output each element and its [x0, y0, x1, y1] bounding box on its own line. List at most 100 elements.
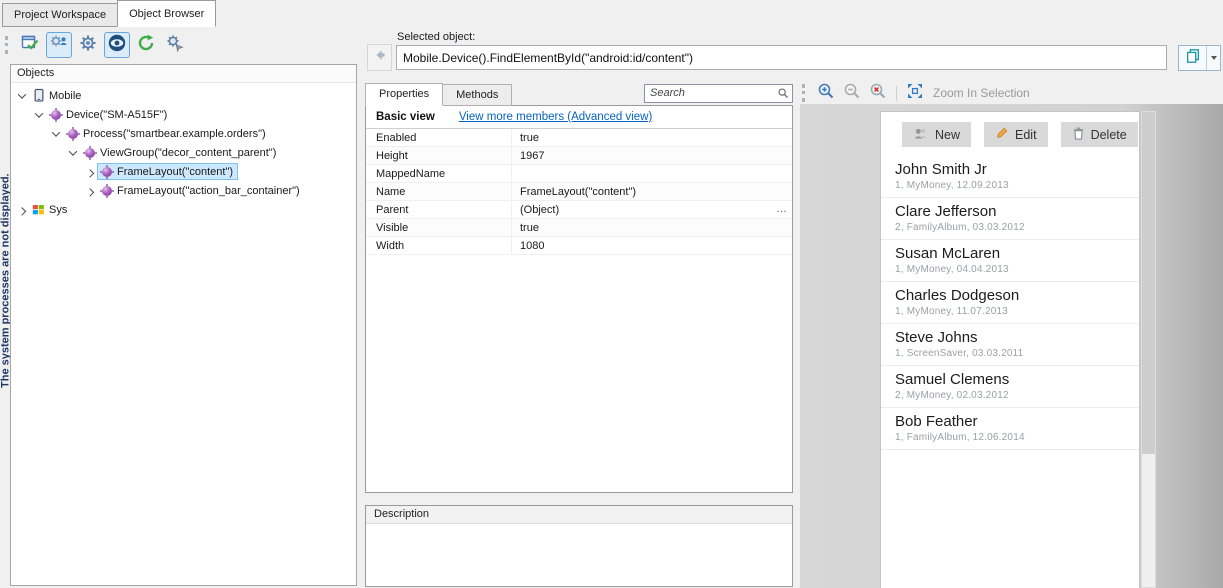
- back-button[interactable]: [367, 44, 392, 71]
- settings-button[interactable]: [75, 32, 101, 58]
- list-item[interactable]: Samuel Clemens 2, MyMoney, 02.03.2012: [881, 366, 1139, 408]
- list-item[interactable]: Charles Dodgeson 1, MyMoney, 11.07.2013: [881, 282, 1139, 324]
- description-title: Description: [366, 506, 792, 524]
- property-row[interactable]: Width 1080: [366, 237, 792, 255]
- tree-node-mobile[interactable]: Mobile: [11, 86, 356, 105]
- tree-node-label: Mobile: [49, 90, 81, 102]
- property-row[interactable]: Visible true: [366, 219, 792, 237]
- main-toolbar: [3, 29, 188, 61]
- object-orb-icon: [82, 148, 97, 158]
- contact-name: Steve Johns: [895, 328, 1125, 347]
- refresh-button[interactable]: [133, 32, 159, 58]
- property-row[interactable]: Height 1967: [366, 147, 792, 165]
- object-tree: Mobile Device("SM-A515F") Process("smart…: [11, 83, 356, 219]
- viewer-scrollbar[interactable]: [1141, 111, 1156, 588]
- property-name: Name: [366, 183, 512, 200]
- copy-button[interactable]: [1179, 46, 1206, 70]
- eye-icon: [108, 34, 126, 57]
- object-spy-button[interactable]: [46, 32, 72, 58]
- scrollbar-thumb[interactable]: [1142, 112, 1155, 454]
- tree-node-sys[interactable]: Sys: [11, 200, 356, 219]
- back-arrow-icon: [373, 48, 387, 67]
- tree-node-process[interactable]: Process("smartbear.example.orders"): [11, 124, 356, 143]
- selected-object-label: Selected object:: [397, 31, 475, 43]
- property-grid: Basic view View more members (Advanced v…: [365, 105, 793, 493]
- contact-name: Susan McLaren: [895, 244, 1125, 263]
- advanced-view-link[interactable]: View more members (Advanced view): [459, 111, 652, 123]
- description-panel: Description: [365, 505, 793, 587]
- grid-view-header: Basic view View more members (Advanced v…: [366, 106, 792, 129]
- highlight-object-button[interactable]: [104, 32, 130, 58]
- zoom-in-icon: [817, 82, 835, 105]
- zoom-out-button[interactable]: [841, 83, 863, 103]
- zoom-out-icon: [843, 82, 861, 105]
- contact-list: John Smith Jr 1, MyMoney, 12.09.2013 Cla…: [881, 156, 1139, 450]
- property-value: (Object)…: [512, 201, 792, 218]
- tab-project-workspace[interactable]: Project Workspace: [2, 3, 118, 27]
- check-objects-button[interactable]: [17, 32, 43, 58]
- list-item[interactable]: Bob Feather 1, FamilyAlbum, 12.06.2014: [881, 408, 1139, 450]
- list-item[interactable]: Steve Johns 1, ScreenSaver, 03.03.2011: [881, 324, 1139, 366]
- contact-name: Samuel Clemens: [895, 370, 1125, 389]
- property-row[interactable]: Parent (Object)…: [366, 201, 792, 219]
- button-label: Edit: [1015, 128, 1037, 142]
- tree-node-label: Device("SM-A515F"): [66, 109, 167, 121]
- expand-object-button[interactable]: …: [776, 201, 787, 218]
- chevron-down-icon[interactable]: [66, 146, 80, 160]
- contact-name: Clare Jefferson: [895, 202, 1125, 221]
- zoom-cancel-icon: [869, 82, 887, 105]
- object-orb-icon: [99, 167, 114, 177]
- tree-node-framelayout-actionbar[interactable]: FrameLayout("action_bar_container"): [11, 181, 356, 200]
- list-item[interactable]: John Smith Jr 1, MyMoney, 12.09.2013: [881, 156, 1139, 198]
- toolbar-grip[interactable]: [802, 84, 805, 102]
- property-name: Width: [366, 237, 512, 254]
- zoom-in-button[interactable]: [815, 83, 837, 103]
- chevron-right-icon[interactable]: [83, 184, 97, 198]
- search-icon: [777, 86, 789, 104]
- chevron-down-icon[interactable]: [32, 108, 46, 122]
- tree-node-viewgroup[interactable]: ViewGroup("decor_content_parent"): [11, 143, 356, 162]
- selected-object-input[interactable]: [396, 45, 1167, 70]
- chevron-right-icon[interactable]: [83, 165, 97, 179]
- tab-methods[interactable]: Methods: [442, 84, 512, 106]
- object-browser-window: Project Workspace Object Browser The sys…: [0, 0, 1223, 588]
- zoom-in-selection-label: Zoom In Selection: [933, 86, 1030, 100]
- chevron-down-icon[interactable]: [49, 127, 63, 141]
- property-row[interactable]: Enabled true: [366, 129, 792, 147]
- contact-details: 2, FamilyAlbum, 03.03.2012: [895, 221, 1125, 234]
- tree-node-device[interactable]: Device("SM-A515F"): [11, 105, 356, 124]
- basic-view-label: Basic view: [376, 111, 435, 123]
- contact-details: 1, ScreenSaver, 03.03.2011: [895, 347, 1125, 360]
- copy-dropdown-button[interactable]: [1206, 46, 1220, 70]
- list-item[interactable]: Susan McLaren 1, MyMoney, 04.04.2013: [881, 240, 1139, 282]
- list-item[interactable]: Clare Jefferson 2, FamilyAlbum, 03.03.20…: [881, 198, 1139, 240]
- fit-selection-button[interactable]: [904, 83, 926, 103]
- tab-properties[interactable]: Properties: [365, 83, 443, 106]
- delete-button[interactable]: Delete: [1061, 122, 1138, 147]
- chevron-right-icon[interactable]: [15, 203, 29, 217]
- viewer-toolbar: Zoom In Selection: [800, 82, 1223, 104]
- property-value: true: [512, 129, 792, 146]
- chevron-down-icon[interactable]: [15, 89, 29, 103]
- tree-node-framelayout-content[interactable]: FrameLayout("content"): [11, 162, 356, 181]
- device-screen-preview[interactable]: New Edit Delete John Smith Jr 1, MyMoney…: [880, 111, 1140, 588]
- inspector-tabs: Properties Methods: [365, 83, 511, 106]
- contact-name: Charles Dodgeson: [895, 286, 1125, 305]
- run-routine-button[interactable]: [162, 32, 188, 58]
- property-row[interactable]: MappedName: [366, 165, 792, 183]
- gear-icon: [79, 34, 97, 57]
- new-button[interactable]: New: [902, 122, 971, 147]
- contact-details: 1, MyMoney, 11.07.2013: [895, 305, 1125, 318]
- pencil-icon: [995, 126, 1009, 143]
- toolbar-grip[interactable]: [5, 36, 8, 54]
- property-row[interactable]: Name FrameLayout("content"): [366, 183, 792, 201]
- objects-panel: Objects Mobile Device("SM-A515F") Proces…: [10, 64, 357, 586]
- property-name: Visible: [366, 219, 512, 236]
- zoom-reset-button[interactable]: [867, 83, 889, 103]
- object-orb-icon: [65, 129, 80, 139]
- edit-button[interactable]: Edit: [984, 122, 1048, 147]
- people-icon: [913, 127, 929, 143]
- tab-object-browser[interactable]: Object Browser: [117, 0, 216, 27]
- object-orb-icon: [99, 186, 114, 196]
- search-input[interactable]: [644, 84, 793, 103]
